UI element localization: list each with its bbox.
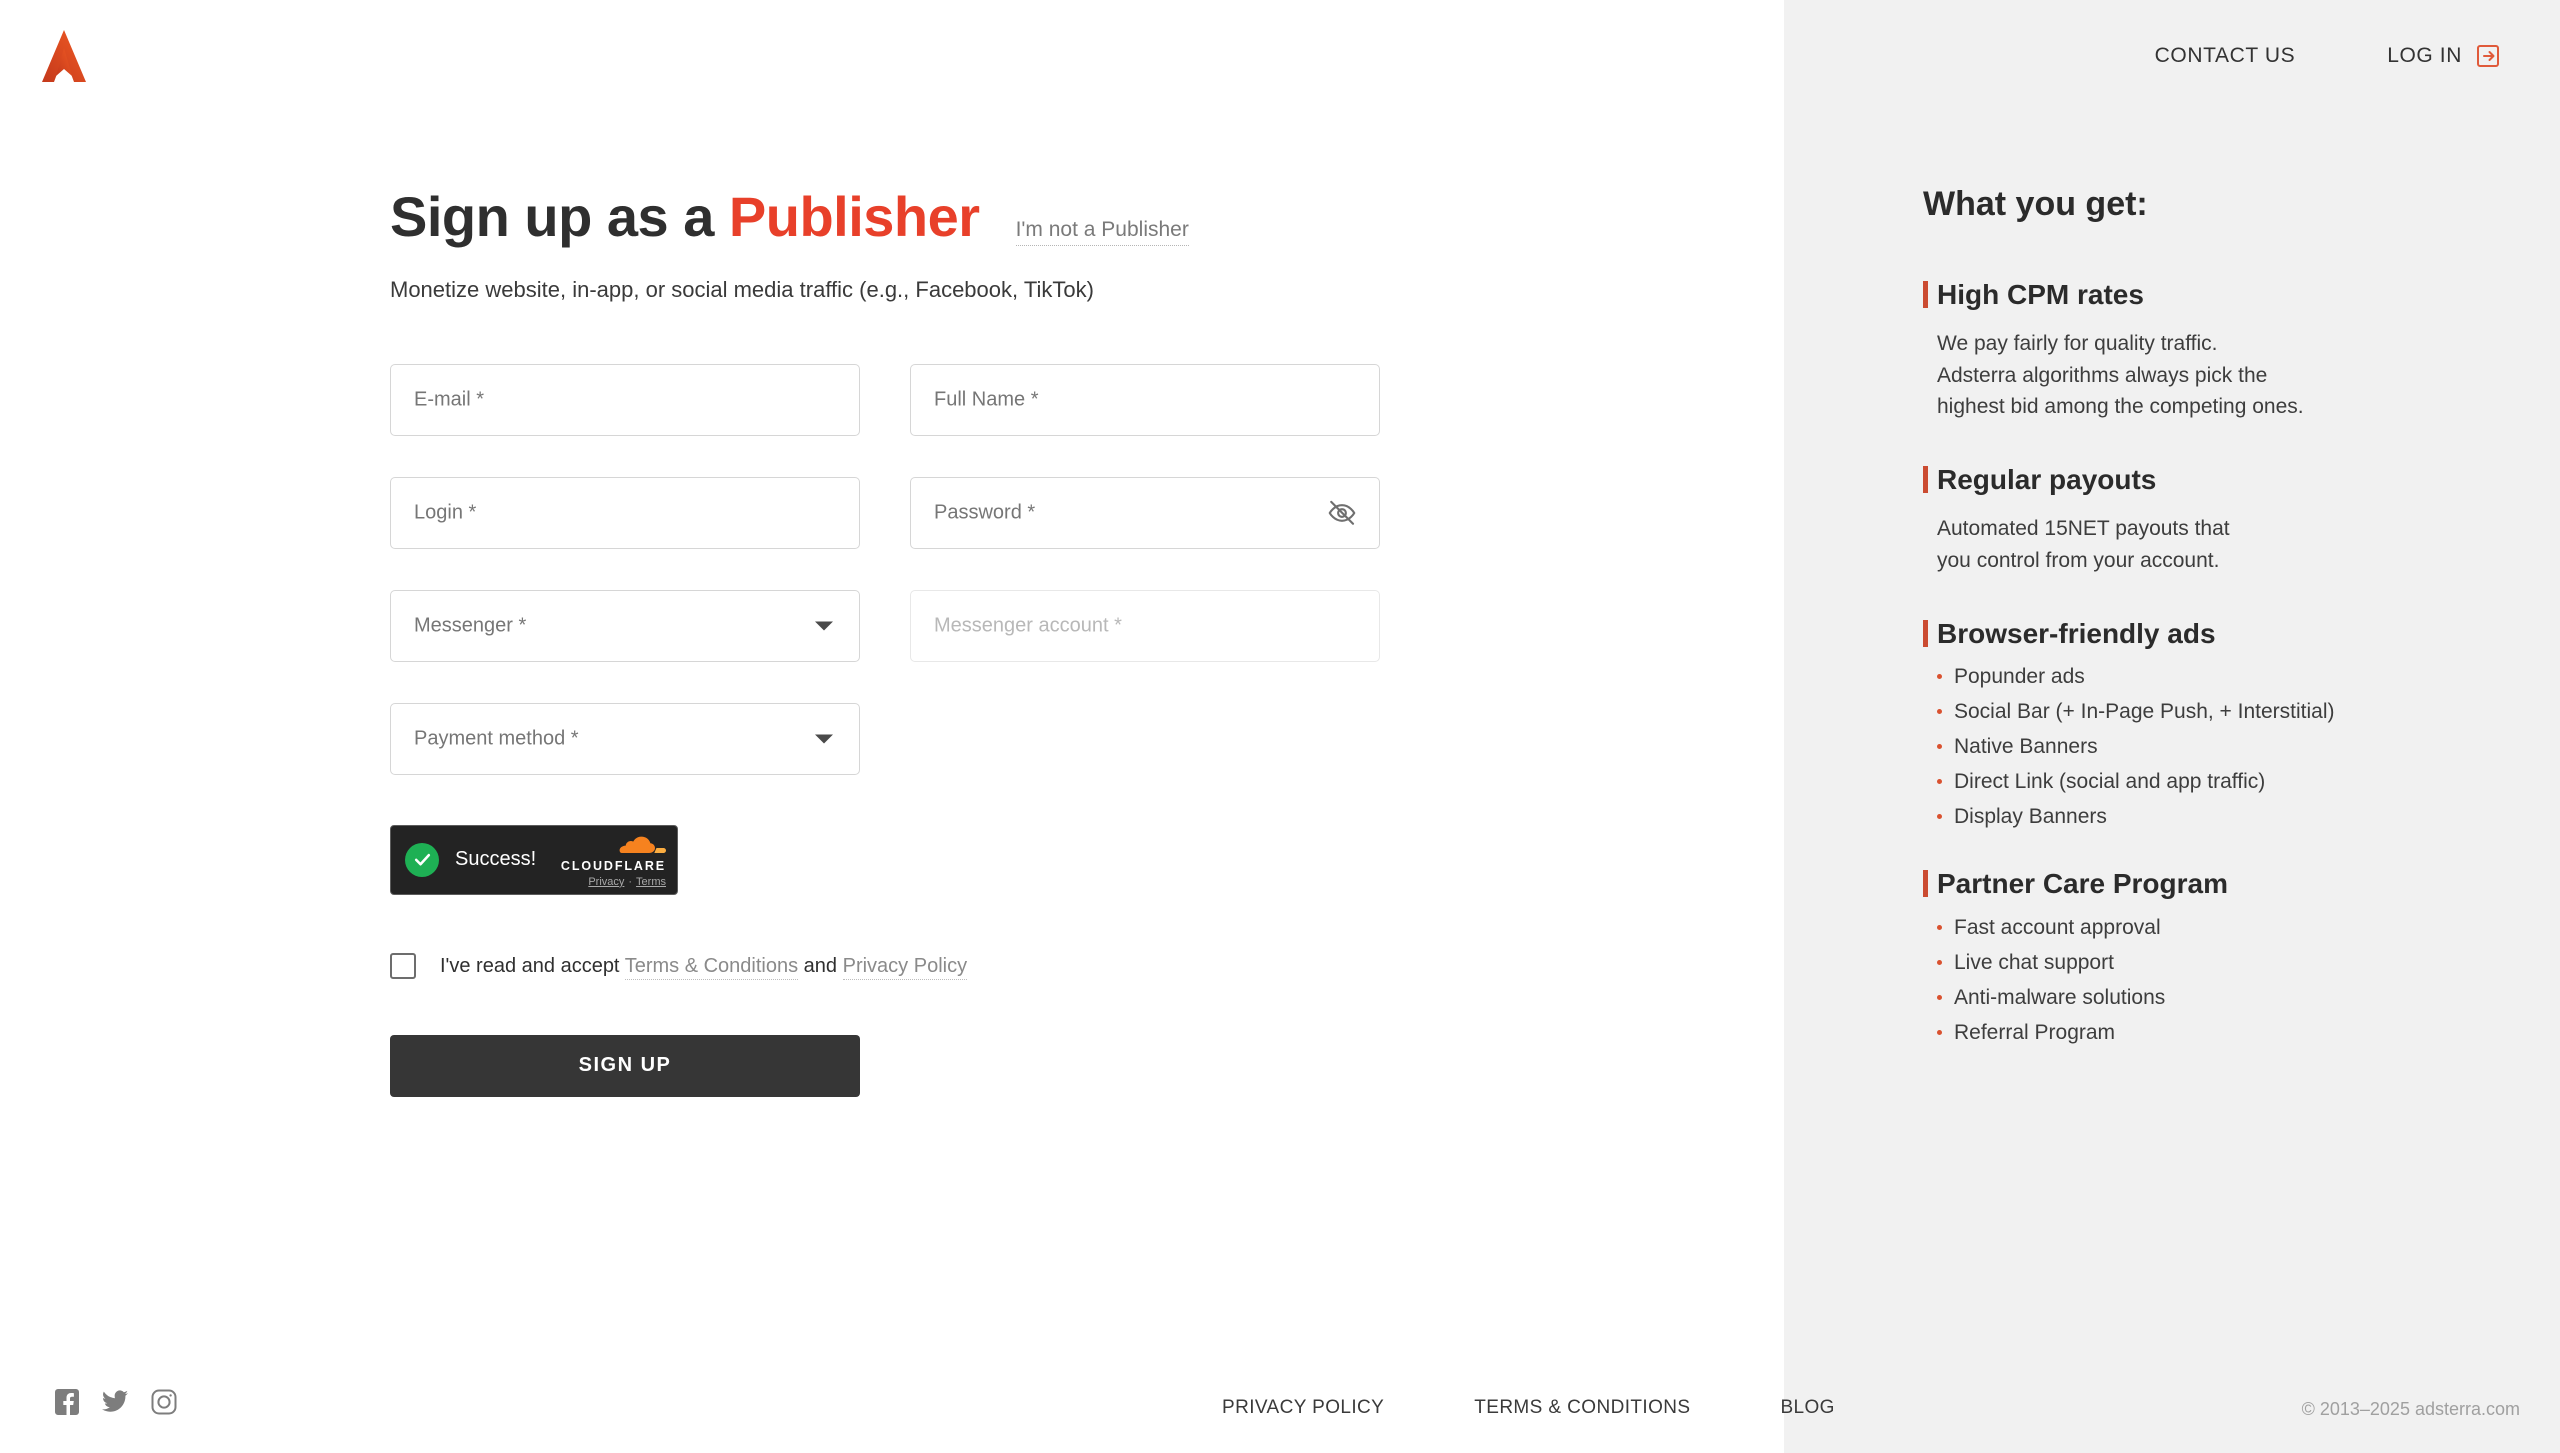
- terms-text: I've read and accept Terms & Conditions …: [440, 953, 968, 980]
- field-row: Login * Password *: [390, 476, 1440, 549]
- main-content: Sign up as a Publisher I'm not a Publish…: [0, 0, 1784, 1453]
- privacy-policy-link[interactable]: Privacy Policy: [842, 954, 968, 980]
- chevron-down-icon: [815, 621, 833, 631]
- check-circle-icon: [405, 842, 439, 877]
- title-row: Sign up as a Publisher I'm not a Publish…: [390, 185, 1440, 248]
- turnstile-status: Success!: [405, 842, 537, 877]
- sidebar-title: What you get:: [1923, 185, 2148, 223]
- list-item: Live chat support: [1937, 952, 2483, 973]
- full-name-field-label: Full Name *: [934, 388, 1039, 411]
- benefits-sidebar: What you get: High CPM rates We pay fair…: [1923, 185, 2483, 1057]
- terms-prefix: I've read and accept: [440, 954, 620, 977]
- footer-links: PRIVACY POLICY TERMS & CONDITIONS BLOG: [1222, 1397, 1835, 1419]
- form-fields: E-mail * Full Name * Login * Password *: [390, 363, 1440, 775]
- messenger-select[interactable]: Messenger *: [390, 589, 860, 662]
- login-arrow-icon: [2476, 44, 2500, 68]
- layout-spacer: [910, 703, 1380, 775]
- benefit-list: Popunder ads Social Bar (+ In-Page Push,…: [1923, 666, 2483, 827]
- benefit-heading: Browser-friendly ads: [1923, 617, 2483, 651]
- terms-conjunction: and: [803, 954, 838, 977]
- page-subtitle: Monetize website, in-app, or social medi…: [390, 276, 1094, 302]
- messenger-account-field[interactable]: Messenger account *: [910, 589, 1380, 662]
- benefit-list: Fast account approval Live chat support …: [1923, 917, 2483, 1043]
- benefit-block-browser-friendly-ads: Browser-friendly ads Popunder ads Social…: [1923, 617, 2483, 827]
- benefit-body-line: Adsterra algorithms always pick the: [1937, 363, 2268, 387]
- footer-link-privacy-policy[interactable]: PRIVACY POLICY: [1222, 1397, 1384, 1419]
- chevron-down-icon: [815, 734, 833, 744]
- benefit-heading: Regular payouts: [1923, 463, 2483, 497]
- header-nav: CONTACT US LOG IN: [2155, 44, 2500, 68]
- facebook-icon[interactable]: [55, 1389, 79, 1415]
- field-row: Messenger * Messenger account *: [390, 589, 1440, 662]
- terms-conditions-link[interactable]: Terms & Conditions: [624, 954, 799, 980]
- messenger-account-field-label: Messenger account *: [934, 614, 1122, 637]
- field-row: E-mail * Full Name *: [390, 363, 1440, 436]
- list-item: Native Banners: [1937, 736, 2483, 757]
- benefit-body-line: highest bid among the competing ones.: [1937, 395, 2304, 419]
- benefit-block-partner-care-program: Partner Care Program Fast account approv…: [1923, 867, 2483, 1043]
- benefit-body: Automated 15NET payouts that you control…: [1923, 513, 2483, 577]
- cloudflare-turnstile-widget[interactable]: Success! CLOUDFLARE Privacy · Terms: [390, 824, 678, 895]
- cloudflare-legal-links: Privacy · Terms: [561, 875, 666, 888]
- switch-role-link[interactable]: I'm not a Publisher: [1015, 218, 1189, 246]
- cloudflare-wordmark: CLOUDFLARE: [560, 859, 666, 874]
- benefit-body: We pay fairly for quality traffic. Adste…: [1923, 328, 2483, 424]
- cloudflare-branding: CLOUDFLARE Privacy · Terms: [561, 831, 666, 888]
- contact-us-link[interactable]: CONTACT US: [2155, 44, 2296, 68]
- page-title: Sign up as a Publisher: [390, 185, 980, 248]
- log-in-button[interactable]: LOG IN: [2387, 44, 2500, 68]
- payment-method-select-label: Payment method *: [414, 727, 579, 750]
- page-title-accent: Publisher: [728, 185, 980, 248]
- field-row: Payment method *: [390, 702, 1440, 775]
- list-item: Referral Program: [1937, 1022, 2483, 1043]
- social-links: [55, 1389, 177, 1415]
- adsterra-a-logo-icon[interactable]: [38, 28, 90, 84]
- email-field-label: E-mail *: [414, 388, 485, 411]
- password-field-label: Password *: [934, 501, 1036, 524]
- sign-up-button[interactable]: SIGN UP: [390, 1034, 860, 1097]
- list-item: Direct Link (social and app traffic): [1937, 771, 2483, 792]
- benefit-block-regular-payouts: Regular payouts Automated 15NET payouts …: [1923, 463, 2483, 576]
- list-item: Social Bar (+ In-Page Push, + Interstiti…: [1937, 701, 2483, 722]
- password-field[interactable]: Password *: [910, 476, 1380, 549]
- login-field-label: Login *: [414, 501, 477, 524]
- benefit-body-line: We pay fairly for quality traffic.: [1937, 331, 2218, 355]
- eye-off-icon[interactable]: [1327, 498, 1357, 528]
- payment-method-select[interactable]: Payment method *: [390, 702, 860, 775]
- turnstile-success-label: Success!: [455, 848, 537, 871]
- page-footer: PRIVACY POLICY TERMS & CONDITIONS BLOG ©…: [0, 1357, 2560, 1453]
- terms-checkbox[interactable]: [390, 952, 416, 979]
- list-item: Anti-malware solutions: [1937, 987, 2483, 1008]
- list-item: Popunder ads: [1937, 666, 2483, 687]
- turnstile-terms-link[interactable]: Terms: [636, 876, 666, 888]
- messenger-select-label: Messenger *: [414, 614, 527, 637]
- benefit-heading: Partner Care Program: [1923, 867, 2483, 901]
- log-in-label: LOG IN: [2387, 44, 2462, 67]
- page-header: CONTACT US LOG IN: [0, 0, 2560, 110]
- full-name-field[interactable]: Full Name *: [910, 363, 1380, 436]
- signup-form: Sign up as a Publisher I'm not a Publish…: [390, 185, 1440, 1097]
- benefit-body-line: Automated 15NET payouts that: [1937, 516, 2230, 540]
- twitter-icon[interactable]: [102, 1390, 128, 1414]
- list-item: Fast account approval: [1937, 917, 2483, 938]
- copyright-text: © 2013–2025 adsterra.com: [2301, 1399, 2520, 1419]
- separator-dot: ·: [628, 875, 633, 888]
- instagram-icon[interactable]: [151, 1389, 177, 1415]
- email-field[interactable]: E-mail *: [390, 363, 860, 436]
- footer-link-terms-conditions[interactable]: TERMS & CONDITIONS: [1474, 1397, 1690, 1419]
- turnstile-privacy-link[interactable]: Privacy: [588, 876, 624, 888]
- page-title-prefix: Sign up as a: [390, 185, 729, 248]
- benefit-block-high-cpm-rates: High CPM rates We pay fairly for quality…: [1923, 278, 2483, 423]
- benefit-body-line: you control from your account.: [1937, 548, 2220, 572]
- footer-link-blog[interactable]: BLOG: [1780, 1397, 1834, 1419]
- list-item: Display Banners: [1937, 806, 2483, 827]
- benefit-heading: High CPM rates: [1923, 278, 2483, 312]
- login-field[interactable]: Login *: [390, 476, 860, 549]
- terms-acceptance-row: I've read and accept Terms & Conditions …: [390, 952, 1440, 980]
- cloudflare-cloud-icon: [561, 835, 666, 859]
- page-root: CONTACT US LOG IN Sign up as a Publisher…: [0, 0, 2560, 1453]
